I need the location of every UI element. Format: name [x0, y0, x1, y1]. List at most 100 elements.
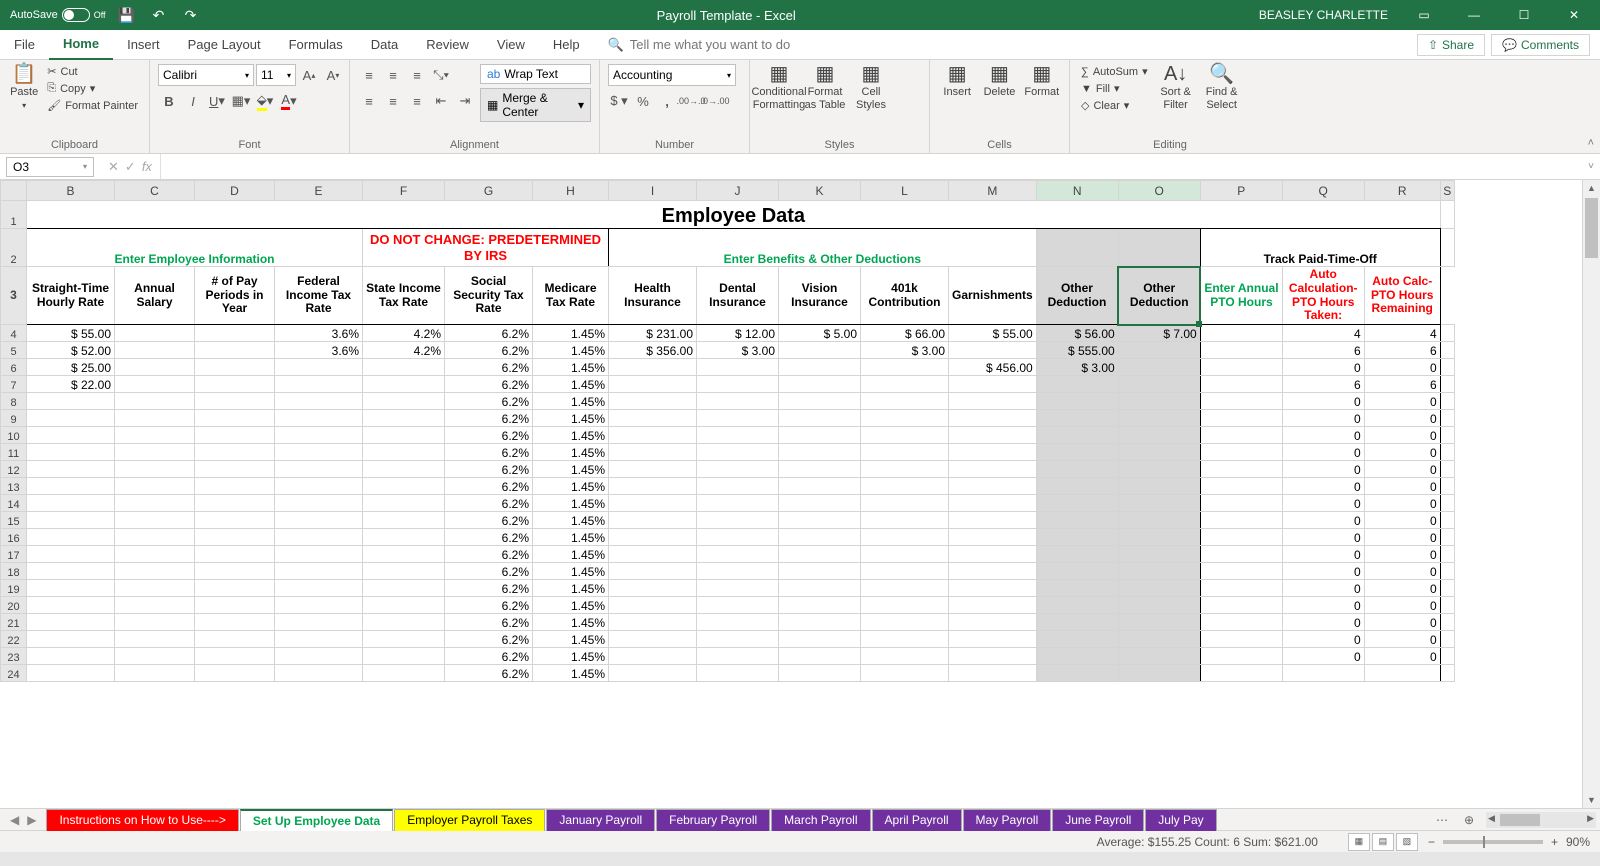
cell[interactable]: 0 — [1364, 512, 1440, 529]
sort-filter-button[interactable]: A↓Sort & Filter — [1155, 64, 1197, 112]
cell[interactable] — [1118, 427, 1200, 444]
row-header[interactable]: 23 — [1, 648, 27, 665]
tab-view[interactable]: View — [483, 30, 539, 60]
cell[interactable] — [609, 461, 697, 478]
sheet-more-icon[interactable]: ⋯ — [1428, 813, 1456, 827]
column-header[interactable]: M — [949, 181, 1037, 201]
cell[interactable]: 0 — [1364, 580, 1440, 597]
cell[interactable]: 1.45% — [533, 342, 609, 359]
cell[interactable] — [779, 410, 861, 427]
cell[interactable] — [1036, 614, 1118, 631]
cell[interactable]: 0 — [1282, 529, 1364, 546]
cell[interactable]: 0 — [1282, 359, 1364, 376]
cell[interactable] — [115, 563, 195, 580]
cell[interactable] — [115, 461, 195, 478]
cell[interactable] — [1118, 461, 1200, 478]
row-header[interactable]: 11 — [1, 444, 27, 461]
cell[interactable] — [275, 410, 363, 427]
cell[interactable] — [115, 529, 195, 546]
font-color-button[interactable]: A▾ — [278, 90, 300, 112]
cell[interactable] — [1200, 325, 1282, 342]
cell[interactable]: 6 — [1364, 342, 1440, 359]
cell[interactable] — [115, 648, 195, 665]
cell[interactable] — [609, 614, 697, 631]
cell[interactable]: 6 — [1282, 342, 1364, 359]
cell[interactable] — [1364, 665, 1440, 682]
row-header[interactable]: 16 — [1, 529, 27, 546]
cell[interactable]: 4 — [1364, 325, 1440, 342]
cell[interactable] — [27, 512, 115, 529]
cell[interactable] — [363, 444, 445, 461]
cell[interactable]: $ 56.00 — [1036, 325, 1118, 342]
cell[interactable] — [195, 376, 275, 393]
cell[interactable]: 6.2% — [445, 648, 533, 665]
cell[interactable] — [1440, 631, 1454, 648]
ribbon-display-options-icon[interactable]: ▭ — [1402, 0, 1446, 30]
row-header[interactable]: 2 — [1, 229, 27, 267]
undo-icon[interactable]: ↶ — [148, 4, 170, 26]
cell[interactable] — [1036, 580, 1118, 597]
cell[interactable] — [779, 359, 861, 376]
maximize-icon[interactable]: ☐ — [1502, 0, 1546, 30]
wrap-text-button[interactable]: abWrap Text — [480, 64, 591, 84]
cell[interactable] — [697, 495, 779, 512]
cell[interactable] — [697, 665, 779, 682]
cell[interactable] — [1440, 580, 1454, 597]
cell[interactable] — [609, 648, 697, 665]
cell[interactable] — [1036, 631, 1118, 648]
cell[interactable]: 0 — [1282, 393, 1364, 410]
cell[interactable] — [195, 461, 275, 478]
cell[interactable] — [779, 631, 861, 648]
cell[interactable] — [115, 631, 195, 648]
cell[interactable] — [779, 529, 861, 546]
cell[interactable] — [861, 444, 949, 461]
cell[interactable]: # of Pay Periods in Year — [195, 267, 275, 325]
cell[interactable]: Straight-Time Hourly Rate — [27, 267, 115, 325]
cell[interactable]: 6 — [1364, 376, 1440, 393]
scroll-down-icon[interactable]: ▼ — [1583, 792, 1600, 808]
cell[interactable]: 6.2% — [445, 359, 533, 376]
cell[interactable] — [1440, 665, 1454, 682]
column-header[interactable]: J — [697, 181, 779, 201]
cell[interactable] — [27, 665, 115, 682]
cell[interactable] — [697, 648, 779, 665]
sheet-tab[interactable]: May Payroll — [963, 809, 1052, 831]
cell[interactable]: Medicare Tax Rate — [533, 267, 609, 325]
cell[interactable] — [1036, 410, 1118, 427]
cell[interactable] — [861, 478, 949, 495]
cell[interactable]: 0 — [1282, 631, 1364, 648]
column-header[interactable]: E — [275, 181, 363, 201]
cell[interactable] — [27, 529, 115, 546]
cell[interactable] — [195, 580, 275, 597]
cell[interactable] — [609, 495, 697, 512]
cell[interactable] — [1118, 648, 1200, 665]
cell[interactable] — [1200, 614, 1282, 631]
cell[interactable] — [779, 563, 861, 580]
column-header[interactable] — [1, 181, 27, 201]
cell[interactable] — [115, 665, 195, 682]
cell[interactable]: Auto Calc- PTO Hours Remaining — [1364, 267, 1440, 325]
cell[interactable]: $ 3.00 — [697, 342, 779, 359]
cell[interactable] — [27, 495, 115, 512]
cell[interactable] — [861, 631, 949, 648]
cell[interactable] — [609, 597, 697, 614]
cell[interactable] — [1440, 393, 1454, 410]
cell[interactable]: 6.2% — [445, 342, 533, 359]
row-header[interactable]: 12 — [1, 461, 27, 478]
cell[interactable] — [1118, 580, 1200, 597]
cell[interactable] — [697, 580, 779, 597]
cell[interactable] — [1118, 529, 1200, 546]
tab-page-layout[interactable]: Page Layout — [174, 30, 275, 60]
cell[interactable] — [1440, 495, 1454, 512]
cell[interactable] — [1200, 342, 1282, 359]
cell[interactable] — [779, 444, 861, 461]
cell[interactable] — [861, 614, 949, 631]
cell[interactable] — [949, 444, 1037, 461]
autosave-toggle[interactable]: AutoSave Off — [10, 8, 106, 22]
cell[interactable]: $ 5.00 — [779, 325, 861, 342]
cell[interactable] — [115, 546, 195, 563]
cell[interactable] — [609, 665, 697, 682]
cell[interactable] — [275, 512, 363, 529]
fill-color-button[interactable]: ⬙▾ — [254, 90, 276, 112]
cell[interactable] — [861, 580, 949, 597]
